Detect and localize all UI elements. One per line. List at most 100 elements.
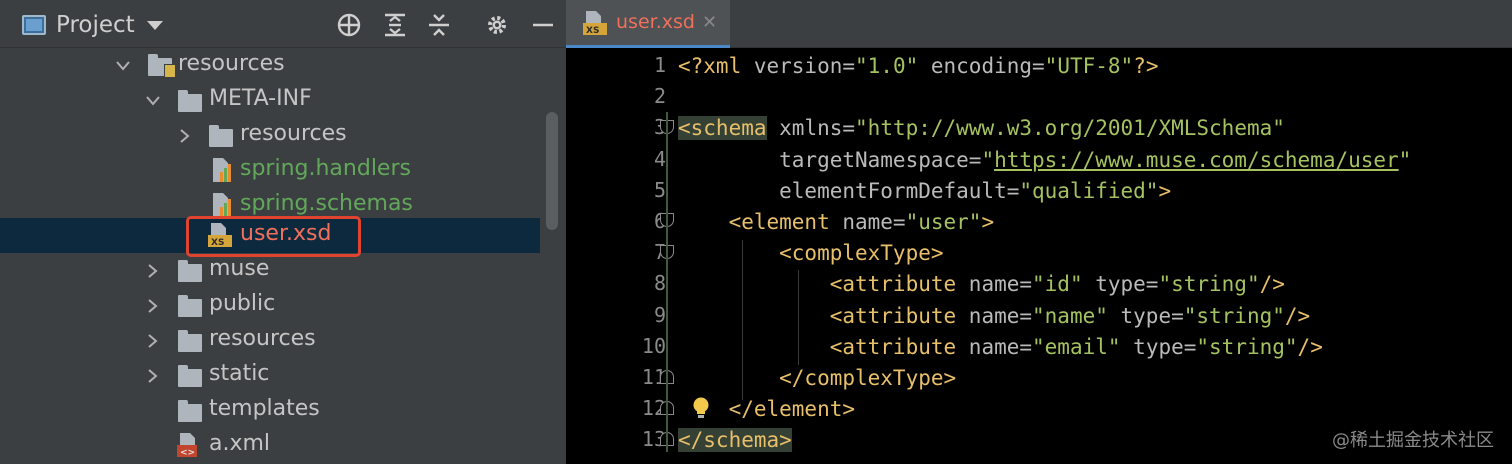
tree-item-resources-root[interactable]: resources [0,48,540,83]
folder-icon [178,365,202,387]
code-token: > [981,210,995,234]
chevron-down-icon[interactable] [146,94,160,108]
code-line: <complexType> [678,238,943,268]
tree-item-spring-handlers[interactable]: spring.handlers [0,153,540,188]
svg-text:XS: XS [586,26,599,36]
code-line: </complexType> [678,363,956,393]
code-token: <attribute [678,303,957,328]
chevron-right-icon[interactable] [178,128,192,143]
code-token: <attribute [678,334,957,359]
code-line: <attribute name="id" type="string"/> [678,269,1285,299]
annotation-highlight-box [186,216,361,257]
gear-icon[interactable] [484,12,510,38]
line-number: 2 [653,84,666,109]
code-token: /> [1259,272,1285,297]
code-token: > [1158,178,1172,203]
code-token: </element> [678,397,856,422]
tree-item-muse[interactable]: muse [0,253,540,288]
code-token: elementFormDefault= [678,178,1020,203]
code-token: ?> [1133,54,1159,78]
code-token: name= [829,210,906,234]
tab-user-xsd[interactable]: XS user.xsd ✕ [566,0,730,48]
folder-icon [178,90,202,112]
tree-item-static[interactable]: static [0,358,540,393]
code-token: "http://www.w3.org/2001/XMLSchema" [855,116,1285,141]
code-token: targetNamespace= [678,147,982,172]
code-token: version= [753,54,856,78]
properties-file-icon [211,157,233,183]
code-token: <element [678,210,830,234]
project-view-selector[interactable]: Project [22,10,163,40]
tree-item-label: META-INF [209,86,312,111]
minimize-icon[interactable] [530,12,556,38]
line-number: 5 [653,177,666,202]
folder-icon [178,330,202,352]
project-panel-header: Project [0,0,566,48]
code-token: "name" [1032,303,1108,328]
editor-tab-bar: XS user.xsd ✕ [566,0,1512,48]
tree-item-meta-inf-resources[interactable]: resources [0,118,540,153]
code-token: <?xml [678,54,754,78]
tree-item-label: resources [209,326,316,351]
line-number: 4 [653,146,666,171]
code-token: name= [956,303,1033,328]
chevron-down-icon[interactable] [146,20,163,30]
chevron-right-icon[interactable] [146,263,160,278]
code-token: "email" [1032,334,1121,359]
chevron-right-icon[interactable] [146,333,160,348]
code-token: https://www.muse.com/schema/user [994,147,1399,172]
code-line: <element name="user"> [678,207,995,237]
tree-item-label: spring.schemas [240,191,413,216]
code-token: /> [1284,303,1311,328]
svg-text:<>: <> [180,448,195,458]
tree-item-templates[interactable]: templates [0,393,540,428]
crosshair-icon[interactable] [336,12,362,38]
code-line: <attribute name="email" type="string"/> [678,332,1323,362]
project-title: Project [56,12,135,38]
code-token: "1.0" [855,54,919,78]
tree-item-a-xml[interactable]: <> a.xml [0,428,540,463]
chevron-down-icon[interactable] [116,59,130,73]
code-token: " [1398,147,1412,172]
folder-icon [178,400,202,422]
line-number: 9 [653,302,666,327]
code-token: encoding= [918,54,1045,78]
code-token: type= [1082,272,1159,297]
line-number: 10 [641,333,666,358]
tree-item-resources[interactable]: resources [0,323,540,358]
change-marker [666,112,668,452]
folder-icon [178,295,202,317]
chevron-right-icon[interactable] [146,298,160,313]
chevron-right-icon[interactable] [146,368,160,383]
expand-all-icon[interactable] [382,12,408,38]
code-token: </schema> [678,428,792,453]
tree-item-label: muse [209,256,270,281]
tree-item-label: spring.handlers [240,156,411,181]
close-icon[interactable]: ✕ [702,12,717,33]
tree-item-meta-inf[interactable]: META-INF [0,83,540,118]
watermark: @稀土掘金技术社区 [1332,430,1494,451]
project-panel: Project resources META-INF resources spr… [0,0,566,464]
code-editor: XS user.xsd ✕ 12345678910111213 <?xml ve… [566,0,1512,464]
xml-file-icon: <> [176,432,204,458]
code-token: "UTF-8" [1044,54,1134,78]
tab-label: user.xsd [616,11,695,33]
tree-item-label: public [209,291,276,316]
project-tree-scrollbar[interactable] [546,112,558,230]
code-token: </complexType> [678,366,957,390]
folder-icon [178,260,202,282]
tree-item-public[interactable]: public [0,288,540,323]
code-line: <schema xmlns="http://www.w3.org/2001/XM… [678,113,1285,143]
code-token: xmlns= [766,116,856,141]
code-token: <schema [678,116,767,141]
code-line: targetNamespace= "https://www.muse.com/sc… [678,145,1411,175]
code-token: "id" [1032,272,1083,297]
code-token: <attribute [678,272,957,297]
line-number-gutter: 12345678910111213 [566,48,666,464]
code-area[interactable]: <?xml version="1.0" encoding="UTF-8"?> <s… [678,48,1512,464]
code-token: name= [956,272,1033,297]
collapse-all-icon[interactable] [426,12,452,38]
tree-item-label: resources [178,51,285,76]
line-number: 1 [653,53,666,77]
code-token: name= [956,334,1033,359]
